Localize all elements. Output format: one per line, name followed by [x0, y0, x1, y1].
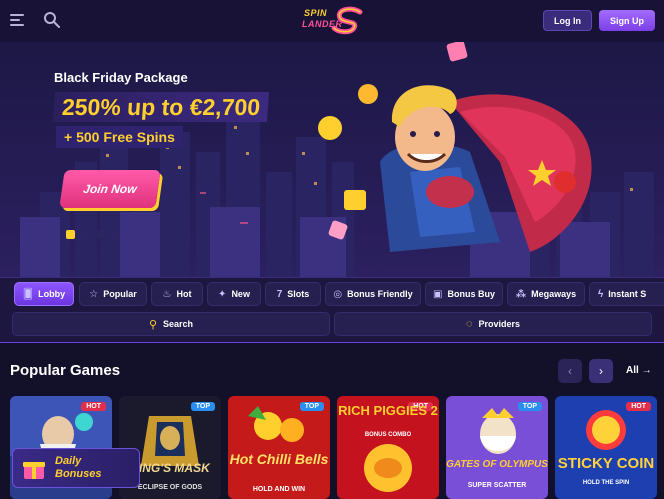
tab-hot[interactable]: ♨ Hot: [151, 282, 203, 306]
tab-popular[interactable]: ☆ Popular: [79, 282, 147, 306]
login-button[interactable]: Log In: [543, 10, 592, 31]
carousel-dot[interactable]: [96, 230, 105, 239]
megaways-icon: ⁂: [515, 288, 527, 300]
tab-instant[interactable]: ϟ Instant S: [589, 282, 664, 306]
sparkle-icon: ✦: [218, 288, 227, 300]
game-title: GATES OF OLYMPUS: [446, 459, 548, 470]
game-card[interactable]: TOP GATES OF OLYMPUS SUPER SCATTER: [446, 396, 548, 499]
tab-bonus-buy[interactable]: ▣ Bonus Buy: [425, 282, 503, 306]
hot-badge: HOT: [626, 402, 651, 411]
game-subtitle: BONUS COMBO: [364, 432, 412, 438]
menu-icon[interactable]: [8, 10, 28, 30]
top-badge: TOP: [517, 402, 542, 411]
tab-label: Instant S: [608, 289, 647, 299]
game-title: RICH PIGGIES 2: [338, 403, 438, 418]
bolt-icon: ϟ: [598, 288, 604, 300]
daily-line1: Daily: [55, 455, 82, 468]
hero-banner[interactable]: Black Friday Package 250% up to €2,700 +…: [0, 42, 664, 277]
hero-free-spins: + 500 Free Spins: [56, 126, 183, 148]
game-card[interactable]: TOP Hot Chilli Bells HOLD AND WIN: [228, 396, 330, 499]
tab-bonus-friendly[interactable]: ◎ Bonus Friendly: [325, 282, 421, 306]
signup-button[interactable]: Sign Up: [599, 10, 655, 31]
hero-title: Black Friday Package: [54, 70, 188, 85]
providers-label: Providers: [478, 319, 521, 329]
all-label: All: [626, 365, 639, 376]
game-subtitle: HOLD AND WIN: [252, 486, 306, 493]
carousel-dots: [66, 230, 120, 239]
logo-s-icon: [331, 6, 363, 35]
game-subtitle: SUPER SCATTER: [467, 482, 527, 489]
arrow-right-icon: →: [641, 365, 652, 376]
daily-bonuses-button[interactable]: Daily Bonuses: [12, 448, 140, 488]
category-tabs-bar: 🂠 Lobby ☆ Popular ♨ Hot ✦ New 7 Slots ◎ …: [0, 277, 664, 343]
tab-label: Popular: [103, 289, 137, 299]
lobby-icon: 🂠: [22, 288, 34, 300]
game-title: Hot Chilli Bells: [229, 451, 329, 467]
game-card[interactable]: HOT STICKY COIN HOLD THE SPIN: [555, 396, 657, 499]
tab-label: Slots: [287, 289, 310, 299]
top-badge: TOP: [190, 402, 215, 411]
tab-slots[interactable]: 7 Slots: [265, 282, 321, 306]
bag-icon: ▣: [433, 288, 443, 300]
join-now-button[interactable]: Join Now: [59, 170, 161, 208]
superhero-mascot-illustration: [318, 42, 592, 252]
top-badge: TOP: [299, 402, 324, 411]
daily-bonuses-label: Daily Bonuses: [55, 455, 101, 480]
star-icon: ☆: [89, 288, 99, 300]
chevron-left-icon: ‹: [568, 364, 572, 378]
spin-lander-logo[interactable]: SPIN LANDER: [296, 6, 366, 36]
tab-lobby[interactable]: 🂠 Lobby: [14, 282, 74, 306]
all-games-link[interactable]: All →: [626, 365, 652, 376]
popular-games-title: Popular Games: [10, 362, 121, 379]
tab-label: Bonus Buy: [447, 289, 495, 299]
tab-label: Lobby: [38, 289, 66, 299]
chevron-right-icon: ›: [599, 364, 603, 378]
search-label: Search: [163, 319, 194, 329]
game-title: STICKY COIN: [557, 455, 655, 472]
hot-badge: HOT: [81, 402, 106, 411]
coin-icon: ◎: [333, 288, 343, 300]
logo-text-spin: SPIN: [304, 8, 328, 18]
tab-label: Bonus Friendly: [347, 289, 413, 299]
join-now-label: Join Now: [82, 182, 138, 196]
search-icon[interactable]: [42, 10, 62, 30]
slots-icon: 7: [276, 288, 283, 300]
tab-megaways[interactable]: ⁂ Megaways: [507, 282, 585, 306]
game-card[interactable]: HOT RICH PIGGIES 2 BONUS COMBO: [337, 396, 439, 499]
tab-label: Hot: [176, 289, 192, 299]
providers-button[interactable]: ◌ Providers: [334, 312, 652, 336]
game-subtitle: HOLD THE SPIN: [582, 480, 630, 486]
providers-icon: ◌: [465, 318, 473, 330]
carousel-dot[interactable]: [66, 230, 75, 239]
daily-line2: Bonuses: [55, 468, 102, 480]
carousel-next-button[interactable]: ›: [589, 359, 613, 383]
hero-offer: 250% up to €2,700: [52, 92, 270, 122]
flame-icon: ♨: [162, 288, 172, 300]
search-games-button[interactable]: ⚲ Search: [12, 312, 330, 336]
carousel-dot[interactable]: [81, 230, 90, 239]
carousel-prev-button[interactable]: ‹: [558, 359, 582, 383]
top-header: SPIN LANDER Log In Sign Up: [0, 0, 664, 42]
search-icon: ⚲: [148, 318, 158, 331]
carousel-dot[interactable]: [111, 230, 120, 239]
tab-new[interactable]: ✦ New: [207, 282, 261, 306]
game-art-hot-chilli-bells: [228, 396, 330, 499]
gift-icon: [23, 462, 45, 479]
tab-label: Megaways: [531, 289, 577, 299]
tab-label: New: [231, 289, 250, 299]
